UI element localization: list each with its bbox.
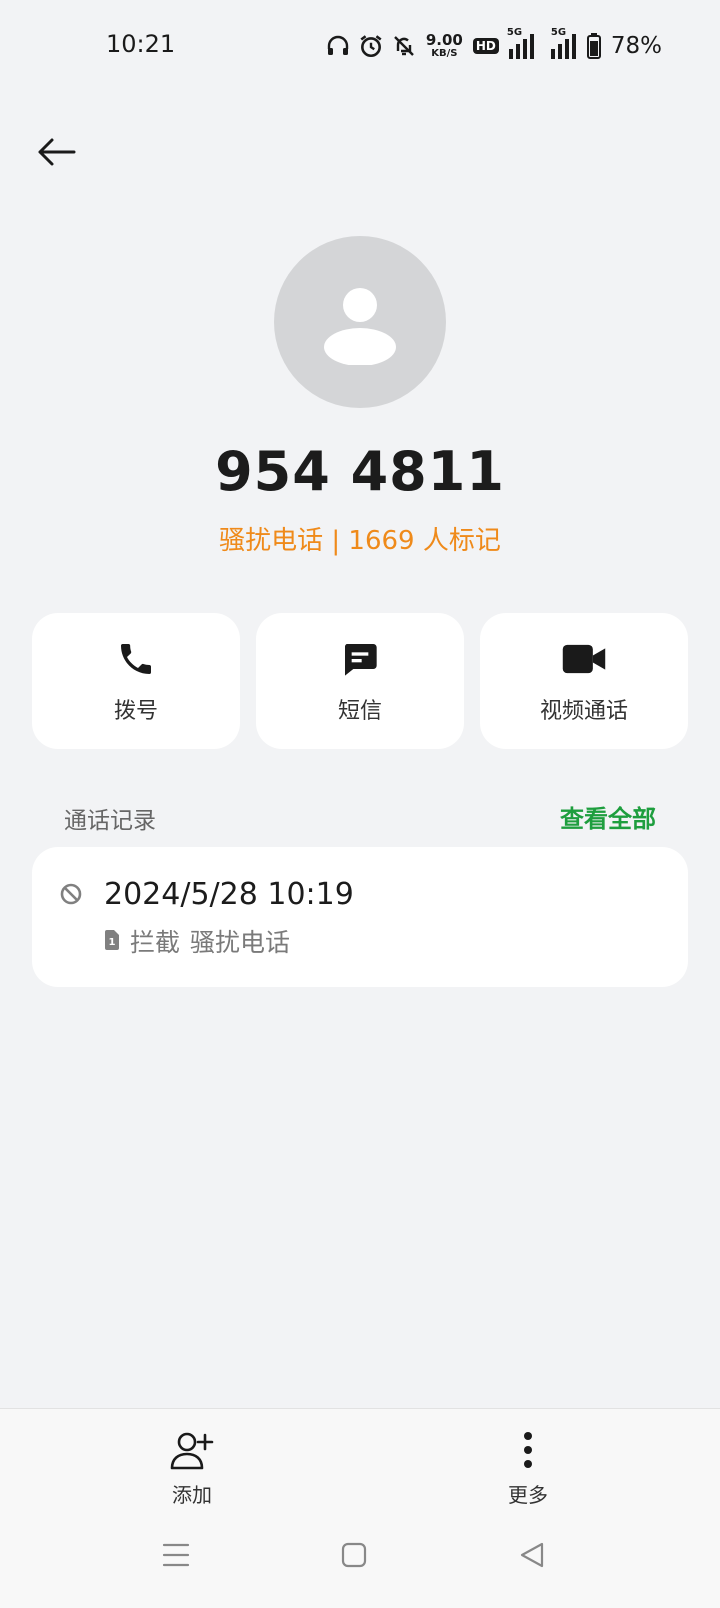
more-button[interactable]: 更多 [458, 1431, 598, 1508]
menu-lines-icon [162, 1543, 190, 1567]
sim2-signal-icon: 5G [545, 27, 579, 59]
status-bar: 10:21 9.00 KB/S HD 5G 5G 78% [0, 0, 720, 92]
status-icons: 9.00 KB/S HD 5G 5G 78% [326, 27, 662, 64]
message-icon [340, 637, 380, 681]
call-log-type: 骚扰电话 [190, 928, 291, 957]
spam-label: 骚扰电话 | 1669 人标记 [219, 526, 501, 556]
add-contact-label: 添加 [172, 1483, 212, 1507]
battery-percent: 78% [610, 33, 662, 59]
view-all-link[interactable]: 查看全部 [560, 799, 656, 834]
action-buttons: 拨号 短信 视频通话 [32, 613, 688, 749]
add-person-icon [170, 1432, 214, 1470]
sim-number: 1 [109, 937, 116, 948]
sim1-signal-icon: 5G [507, 27, 537, 59]
back-button[interactable] [34, 130, 78, 174]
network-speed-unit: KB/S [431, 48, 458, 59]
phone-icon [116, 637, 156, 681]
network-speed-value: 9.00 [425, 31, 463, 49]
call-log-detail: 1 拦截 骚扰电话 [104, 923, 290, 959]
avatar [274, 236, 446, 408]
message-button-label: 短信 [337, 699, 382, 724]
status-time: 10:21 [106, 30, 176, 58]
sim2-network-type: 5G [550, 27, 567, 38]
contact-detail-screen: 10:21 9.00 KB/S HD 5G 5G 78% 954 4811 骚扰… [0, 0, 720, 1608]
sim-card-icon: 1 [104, 927, 120, 956]
call-log-entry[interactable]: 2024/5/28 10:19 1 拦截 骚扰电话 [32, 847, 688, 987]
message-button[interactable]: 短信 [256, 613, 464, 749]
sim1-network-type: 5G [506, 27, 523, 38]
back-nav-button[interactable] [514, 1537, 550, 1573]
headphones-icon [326, 34, 350, 58]
battery-icon [586, 33, 601, 59]
add-contact-button[interactable]: 添加 [122, 1431, 262, 1508]
call-log-status: 拦截 [130, 928, 181, 957]
back-triangle-icon [520, 1542, 544, 1568]
hd-voice-badge: HD [472, 38, 499, 54]
back-arrow-icon [38, 138, 76, 166]
call-button[interactable]: 拨号 [32, 613, 240, 749]
bottom-bar: 添加 更多 [0, 1408, 720, 1608]
blocked-icon [60, 883, 82, 909]
network-speed: 9.00 KB/S [426, 33, 463, 59]
more-label: 更多 [508, 1483, 548, 1507]
phone-number: 954 4811 [215, 440, 505, 503]
alarm-icon [358, 33, 384, 59]
person-placeholder-icon [324, 288, 396, 365]
system-nav-bar [0, 1525, 720, 1585]
recents-nav-button[interactable] [158, 1537, 194, 1573]
video-call-button[interactable]: 视频通话 [480, 613, 688, 749]
more-vertical-icon [524, 1432, 532, 1468]
call-log-time: 2024/5/28 10:19 [104, 877, 354, 912]
call-log-title: 通话记录 [64, 808, 156, 834]
home-nav-button[interactable] [336, 1537, 372, 1573]
video-camera-icon [561, 637, 607, 681]
mute-bell-icon [392, 34, 416, 58]
video-call-button-label: 视频通话 [539, 699, 628, 724]
call-button-label: 拨号 [113, 699, 158, 724]
home-square-icon [341, 1542, 367, 1568]
